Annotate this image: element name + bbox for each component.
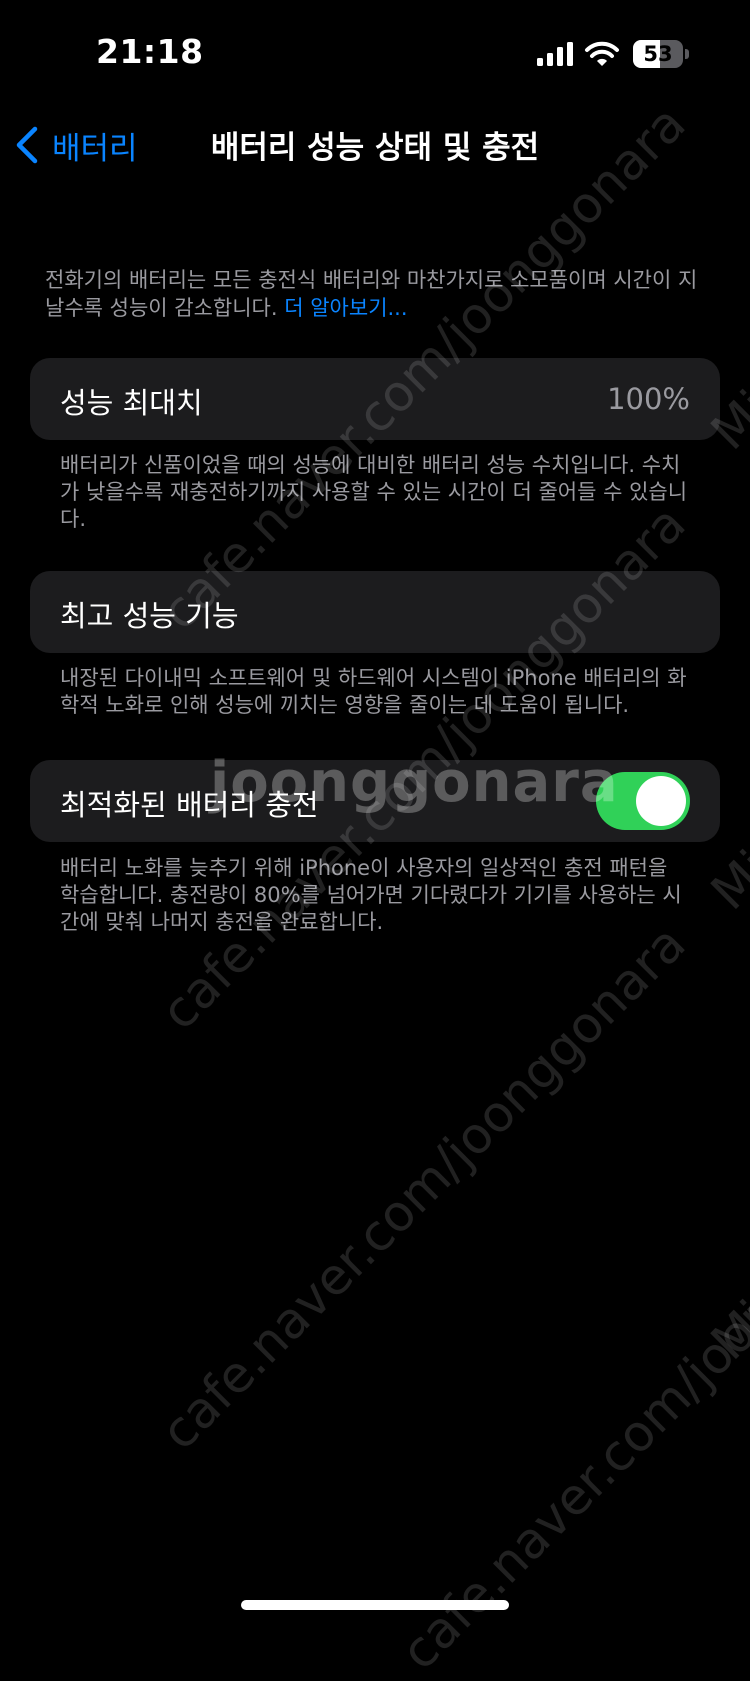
signal-bars-icon (537, 42, 573, 66)
learn-more-link[interactable]: 더 알아보기... (284, 296, 407, 320)
battery-cap (685, 49, 689, 59)
intro-text: 전화기의 배터리는 모든 충전식 배터리와 마찬가지로 소모품이며 시간이 지날… (45, 266, 705, 322)
nav-bar: 배터리 배터리 성능 상태 및 충전 (0, 110, 750, 180)
battery-level: 53 (643, 42, 673, 66)
home-indicator[interactable] (241, 1600, 509, 1610)
wifi-icon (585, 41, 619, 66)
toggle-knob (636, 776, 686, 826)
status-time: 21:18 (96, 32, 204, 71)
peak-performance-row: 최고 성능 기능 (30, 571, 720, 653)
max-capacity-value: 100% (607, 382, 690, 416)
max-capacity-row: 성능 최대치 100% (30, 358, 720, 440)
watermark-url: cafe.naver.com/joonggonara (150, 914, 697, 1462)
peak-performance-label: 최고 성능 기능 (60, 599, 239, 633)
max-capacity-label: 성능 최대치 (60, 386, 203, 420)
page-title: 배터리 성능 상태 및 충전 (210, 130, 540, 166)
optimized-charging-label: 최적화된 배터리 충전 (60, 788, 319, 822)
back-label: 배터리 (52, 130, 138, 167)
optimized-charging-description: 배터리 노화를 늦추기 위해 iPhone이 사용자의 일상적인 충전 패턴을 … (60, 856, 682, 934)
optimized-charging-toggle[interactable] (596, 772, 690, 830)
battery-icon: 53 (633, 40, 689, 68)
optimized-charging-row: 최적화된 배터리 충전 (30, 760, 720, 842)
battery-body: 53 (633, 40, 683, 68)
chevron-left-icon (16, 126, 38, 164)
status-bar: 21:18 53 (0, 0, 750, 110)
back-button[interactable]: 배터리 (14, 120, 138, 170)
peak-performance-description: 내장된 다이내믹 소프트웨어 및 하드웨어 시스템이 iPhone 배터리의 화… (60, 666, 687, 717)
max-capacity-description: 배터리가 신품이었을 때의 성능에 대비한 배터리 성능 수치입니다. 수치가 … (60, 453, 688, 531)
watermark-side: Mir (700, 1275, 750, 1372)
